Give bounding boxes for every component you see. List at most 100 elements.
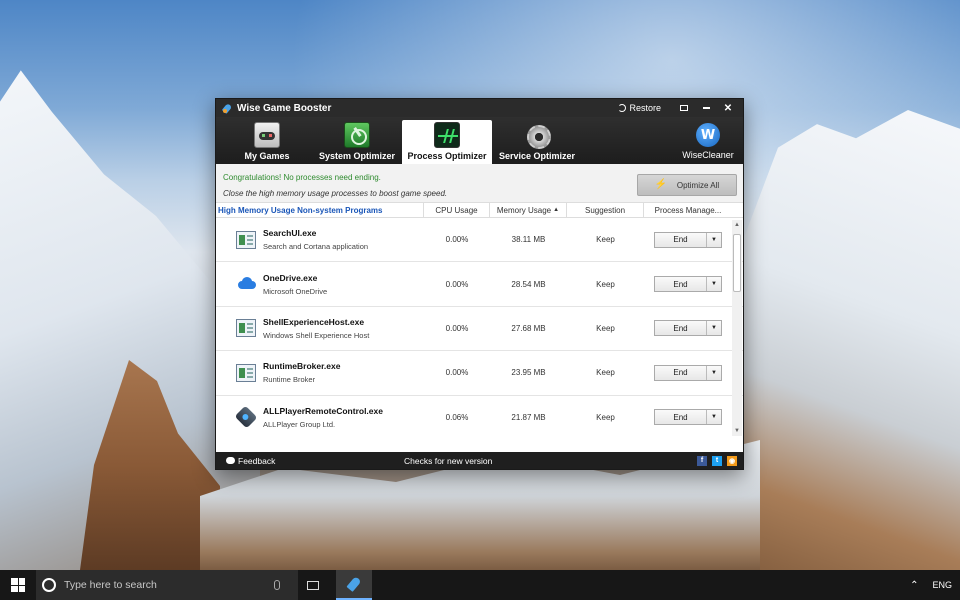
column-header-cpu[interactable]: CPU Usage: [424, 203, 490, 217]
action-cell: End ▼: [644, 409, 732, 426]
task-view-icon: [307, 580, 319, 590]
scrollbar-thumb[interactable]: [733, 234, 741, 292]
memory-usage: 28.54 MB: [511, 279, 546, 289]
twitter-icon[interactable]: t: [712, 455, 722, 466]
chevron-down-icon[interactable]: ▼: [707, 321, 721, 335]
table-row[interactable]: RuntimeBroker.exe Runtime Broker 0.00% 2…: [216, 351, 743, 396]
start-button[interactable]: [0, 570, 36, 600]
tab-service-optimizer[interactable]: Service Optimizer: [492, 120, 582, 164]
minimize-button[interactable]: [695, 99, 717, 117]
end-process-button[interactable]: End ▼: [654, 276, 722, 293]
process-cell: ShellExperienceHost.exe Windows Shell Ex…: [263, 317, 424, 340]
pulse-monitor-icon: [434, 122, 460, 148]
end-process-button[interactable]: End ▼: [654, 409, 722, 426]
table-row[interactable]: ShellExperienceHost.exe Windows Shell Ex…: [216, 307, 743, 352]
tab-label: Service Optimizer: [498, 151, 576, 161]
chevron-down-icon[interactable]: ▼: [707, 410, 721, 424]
rss-icon[interactable]: ◉: [727, 455, 737, 466]
tab-label: System Optimizer: [318, 151, 396, 161]
end-label: End: [655, 410, 707, 425]
cpu-usage: 0.06%: [445, 412, 469, 422]
suggestion: Keep: [596, 412, 615, 422]
taskbar-search-box[interactable]: Type here to search: [36, 570, 298, 600]
process-cell: ALLPlayerRemoteControl.exe ALLPlayer Gro…: [263, 406, 424, 429]
column-header-name[interactable]: High Memory Usage Non-system Programs: [216, 203, 424, 217]
process-cell: RuntimeBroker.exe Runtime Broker: [263, 361, 424, 384]
skin-button[interactable]: [673, 99, 695, 117]
column-header-process-manage[interactable]: Process Manage...: [644, 203, 732, 217]
end-process-button[interactable]: End ▼: [654, 320, 722, 337]
tab-process-optimizer[interactable]: Process Optimizer: [402, 120, 492, 164]
cpu-usage: 0.00%: [445, 368, 469, 378]
restore-icon: [618, 104, 627, 112]
taskbar: Type here to search ⌃ ENG: [0, 570, 960, 600]
cpu-usage: 0.00%: [445, 323, 469, 333]
scroll-up-arrow-icon[interactable]: ▲: [732, 220, 742, 230]
info-bar: Congratulations! No processes need endin…: [216, 164, 743, 203]
minimize-icon: [702, 107, 710, 109]
memory-usage: 38.11 MB: [511, 235, 546, 245]
language-indicator[interactable]: ENG: [932, 580, 952, 590]
cortana-icon: [42, 578, 56, 592]
suggestion: Keep: [596, 235, 615, 245]
optimize-all-label: Optimize All: [676, 180, 720, 190]
title-bar[interactable]: Wise Game Booster Restore ✕: [216, 99, 743, 117]
restore-label: Restore: [629, 103, 661, 113]
chevron-down-icon[interactable]: ▼: [707, 233, 721, 247]
action-cell: End ▼: [644, 320, 732, 337]
optimize-all-button[interactable]: ⚡ Optimize All: [637, 174, 737, 196]
social-links: f t ◉: [692, 455, 737, 466]
wisecleaner-label: WiseCleaner: [682, 150, 734, 160]
rocket-icon: [346, 576, 362, 592]
tab-my-games[interactable]: My Games: [222, 120, 312, 164]
table-header: High Memory Usage Non-system Programs CP…: [216, 203, 743, 218]
column-header-suggestion[interactable]: Suggestion: [567, 203, 644, 217]
feedback-link[interactable]: Feedback: [216, 456, 396, 466]
cpu-usage: 0.00%: [445, 279, 469, 289]
chevron-up-icon[interactable]: ⌃: [910, 580, 918, 591]
microphone-icon[interactable]: [274, 580, 280, 590]
table-row[interactable]: ALLPlayerRemoteControl.exe ALLPlayer Gro…: [216, 396, 743, 438]
chevron-down-icon[interactable]: ▼: [707, 277, 721, 291]
task-view-button[interactable]: [298, 570, 328, 600]
column-header-memory[interactable]: Memory Usage ▲: [490, 203, 567, 217]
taskbar-app-wise-game-booster[interactable]: [336, 570, 372, 600]
memory-usage: 23.95 MB: [511, 368, 546, 378]
process-description: Windows Shell Experience Host: [263, 330, 370, 340]
process-name: ALLPlayerRemoteControl.exe: [263, 405, 383, 416]
end-label: End: [655, 277, 707, 292]
system-tray: ⌃ ENG: [910, 580, 952, 591]
speedometer-icon: [344, 122, 370, 148]
window-app-icon: [236, 363, 256, 382]
main-tabs: My Games System Optimizer Process Optimi…: [216, 117, 743, 164]
windows-logo-icon: [11, 578, 25, 592]
speech-bubble-icon: [226, 457, 235, 464]
process-name: SearchUI.exe: [263, 228, 317, 239]
cloud-icon: [236, 275, 256, 293]
chevron-down-icon[interactable]: ▼: [707, 366, 721, 380]
tab-label: My Games: [244, 151, 290, 161]
table-row[interactable]: OneDrive.exe Microsoft OneDrive 0.00% 28…: [216, 262, 743, 307]
app-window: Wise Game Booster Restore ✕ My Games Sys…: [215, 98, 744, 470]
tab-system-optimizer[interactable]: System Optimizer: [312, 120, 402, 164]
sort-ascending-icon: ▲: [553, 207, 560, 213]
restore-button[interactable]: Restore: [618, 103, 661, 113]
window-app-icon: [236, 319, 256, 338]
wisecleaner-link[interactable]: W WiseCleaner: [682, 123, 734, 160]
search-placeholder: Type here to search: [64, 579, 157, 591]
wisecleaner-logo-icon: W: [696, 123, 720, 147]
process-description: Microsoft OneDrive: [263, 286, 328, 296]
end-process-button[interactable]: End ▼: [654, 364, 722, 381]
check-updates-link[interactable]: Checks for new version: [396, 456, 692, 466]
close-button[interactable]: ✕: [717, 99, 739, 117]
process-name: ShellExperienceHost.exe: [263, 316, 365, 327]
tab-label: Process Optimizer: [407, 151, 487, 161]
lightning-icon: ⚡: [654, 179, 668, 190]
table-row[interactable]: SearchUI.exe Search and Cortana applicat…: [216, 218, 743, 263]
cpu-usage: 0.00%: [445, 235, 469, 245]
action-cell: End ▼: [644, 231, 732, 248]
facebook-icon[interactable]: f: [697, 455, 707, 466]
vertical-scrollbar[interactable]: ▲ ▼: [732, 220, 742, 436]
scroll-down-arrow-icon[interactable]: ▼: [732, 426, 742, 436]
end-process-button[interactable]: End ▼: [654, 231, 722, 248]
